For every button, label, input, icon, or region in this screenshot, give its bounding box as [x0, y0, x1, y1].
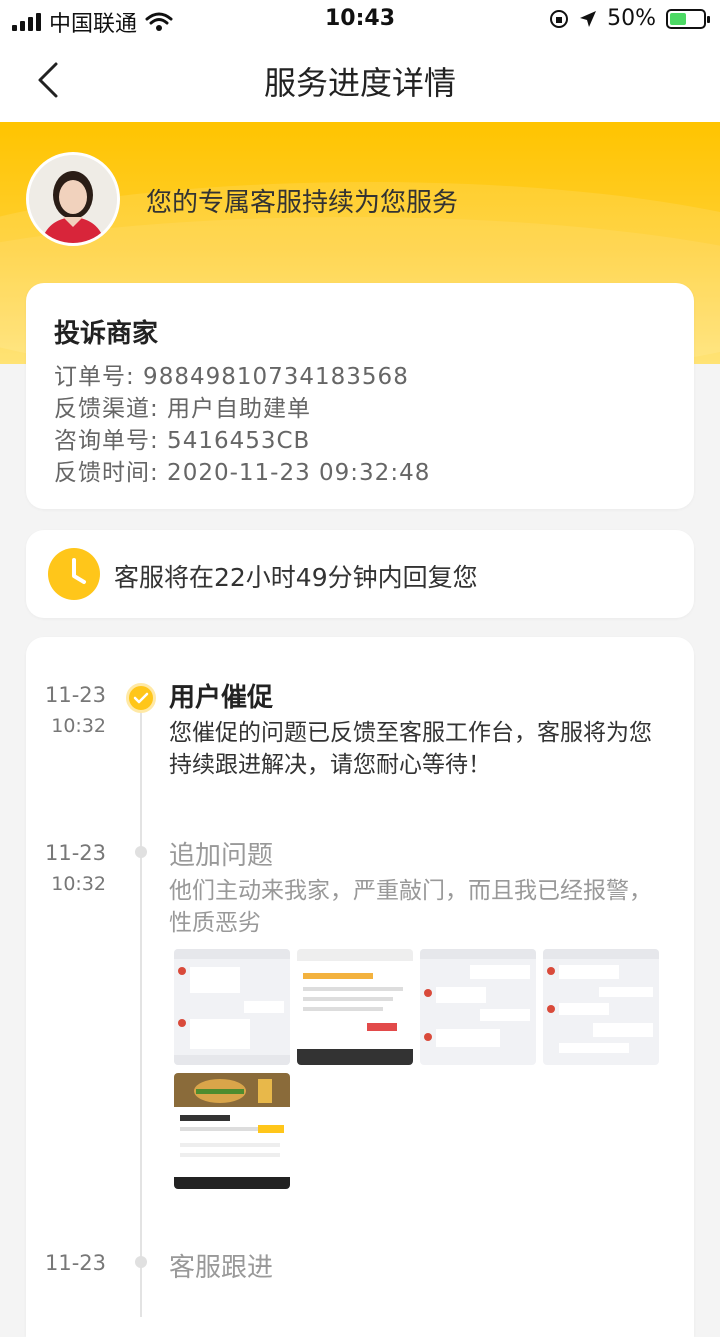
timeline-time: 10:32 [51, 873, 106, 895]
orientation-lock-icon [550, 9, 569, 28]
attachment-image[interactable] [174, 949, 290, 1065]
attachment-image[interactable] [297, 949, 413, 1065]
clock-icon [48, 548, 100, 600]
header-message: 您的专属客服持续为您服务 [146, 188, 459, 218]
complaint-info-card: 投诉商家 订单号: 98849810734183568 反馈渠道: 用户自助建单… [26, 283, 694, 509]
reply-countdown: 客服将在22小时49分钟内回复您 [114, 563, 478, 592]
attachment-image[interactable] [543, 949, 659, 1065]
timeline-date: 11-23 [44, 683, 106, 707]
check-circle-icon [126, 683, 156, 713]
timeline-body: 他们主动来我家，严重敲门，而且我已经报警，性质恶劣 [169, 878, 652, 936]
progress-timeline: 11-23 10:32 用户催促 您催促的问题已反馈至客服工作台，客服将为您持续… [26, 637, 694, 1337]
status-right: 50% [549, 6, 710, 31]
status-bar: 中国联通 10:43 50% [0, 0, 720, 40]
battery-percent: 50% [607, 6, 656, 31]
inquiry-number: 咨询单号: 5416453CB [54, 428, 311, 454]
timeline-title: 客服跟进 [169, 1253, 274, 1283]
nav-bar: 服务进度详情 [0, 40, 720, 122]
timeline-title: 用户催促 [169, 683, 274, 713]
timeline-body: 您催促的问题已反馈至客服工作台，客服将为您持续跟进解决，请您耐心等待！ [169, 720, 652, 778]
feedback-channel: 反馈渠道: 用户自助建单 [54, 396, 312, 422]
location-icon [580, 10, 597, 27]
reply-notice-card: 客服将在22小时49分钟内回复您 [26, 530, 694, 618]
timeline-dot [135, 1256, 147, 1268]
order-number: 订单号: 98849810734183568 [54, 364, 409, 390]
timeline-time: 10:32 [51, 715, 106, 737]
timeline-title: 追加问题 [169, 841, 274, 871]
timeline-dot [135, 846, 147, 858]
timeline-date: 11-23 [44, 841, 106, 865]
complaint-title: 投诉商家 [54, 319, 159, 349]
feedback-time: 反馈时间: 2020-11-23 09:32:48 [54, 460, 431, 486]
attachment-image[interactable] [174, 1073, 290, 1189]
agent-avatar [26, 152, 120, 246]
timeline-date: 11-23 [44, 1251, 106, 1275]
page-title: 服务进度详情 [263, 64, 456, 102]
attachment-image[interactable] [420, 949, 536, 1065]
battery-icon [666, 8, 710, 29]
timeline-line [140, 697, 142, 1317]
